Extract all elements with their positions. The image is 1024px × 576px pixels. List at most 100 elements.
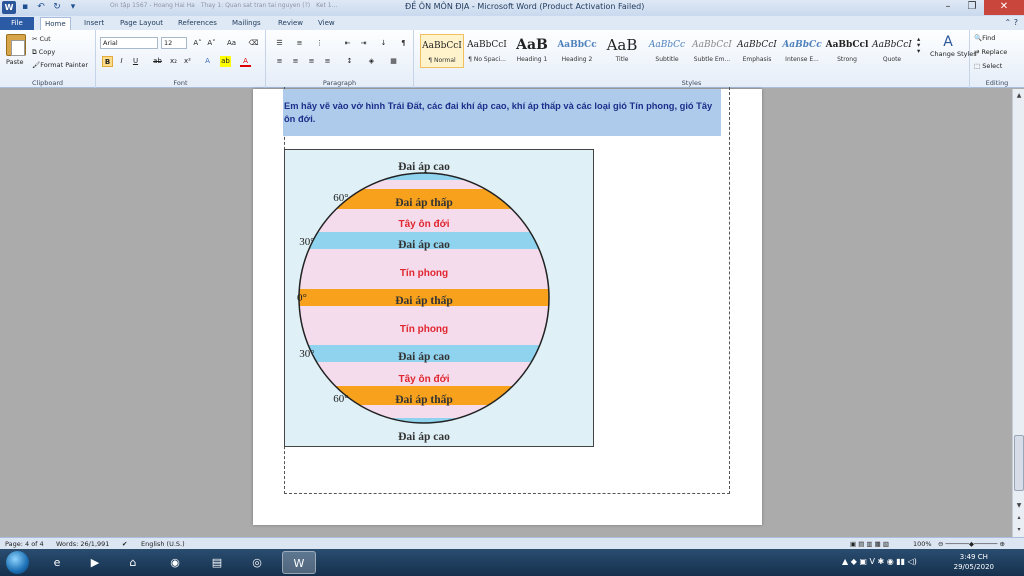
maximize-button[interactable]: ❐ [960,0,984,15]
tab-insert[interactable]: Insert [80,17,108,30]
tab-file[interactable]: File [0,17,34,30]
paste-button[interactable]: Paste [6,58,24,66]
style-no-spacing[interactable]: AaBbCcI ¶ No Spaci... [465,34,509,68]
redo-icon[interactable]: ↻ [50,1,64,14]
style-subtitle[interactable]: AaBbCc Subtitle [645,34,689,68]
scroll-down-arrow-icon[interactable]: ▼ [1014,501,1024,511]
scroll-up-arrow-icon[interactable]: ▲ [1014,91,1024,101]
document-area[interactable]: Em hãy vẽ vào vở hình Trái Đất, các đai … [0,87,1012,537]
word-count[interactable]: Words: 26/1,991 [56,540,109,548]
bullets-icon[interactable]: ☰ [274,38,285,49]
cut-button[interactable]: ✂ Cut [32,35,51,43]
media-player-icon[interactable]: ▶ [78,551,112,574]
bold-button[interactable]: B [102,56,113,67]
tab-review[interactable]: Review [274,17,307,30]
style-heading-1[interactable]: AaB Heading 1 [510,34,554,68]
zoom-level[interactable]: 100% [913,540,932,548]
wind-label: Tín phong [400,268,448,279]
clock[interactable]: 3:49 CH 29/05/2020 [954,552,994,572]
tab-home[interactable]: Home [40,17,71,30]
italic-button[interactable]: I [116,56,127,67]
view-buttons[interactable]: ▣ ▤ ▥ ▦ ▧ [850,540,889,548]
styles-scroll-icon[interactable]: ▴ ▾ ▾ [917,36,920,55]
style-intense-emphasis[interactable]: AaBbCc Intense E... [780,34,824,68]
language-indicator[interactable]: English (U.S.) [141,540,185,548]
borders-icon[interactable]: ▦ [388,56,399,67]
prev-page-icon[interactable]: ▴ [1014,513,1024,523]
page-indicator[interactable]: Page: 4 of 4 [5,540,44,548]
increase-indent-icon[interactable]: ⇥ [358,38,369,49]
style-heading-2[interactable]: AaBbCc Heading 2 [555,34,599,68]
spellcheck-icon[interactable]: ✔ [122,540,127,548]
style-title[interactable]: AaB Title [600,34,644,68]
text-effects-button[interactable]: A [202,56,213,67]
next-page-icon[interactable]: ▾ [1014,525,1024,535]
change-case-button[interactable]: Aa [226,38,237,49]
quick-access-toolbar: W ▪ ↶ ↻ ▾ [2,1,80,14]
superscript-button[interactable]: x² [182,56,193,67]
document-page[interactable]: Em hãy vẽ vào vở hình Trái Đất, các đai … [253,87,762,525]
grow-font-button[interactable]: A˄ [192,38,203,49]
line-spacing-icon[interactable]: ↕ [344,56,355,67]
copy-button[interactable]: ⧉ Copy [32,48,55,57]
shading-icon[interactable]: ◈ [366,56,377,67]
earth-pressure-belts-figure[interactable]: Đai áp cao Đai áp thấp Tây ôn đới Đai áp ca… [284,149,594,447]
select-button[interactable]: ⬚ Select [974,62,1002,70]
show-marks-icon[interactable]: ¶ [398,38,409,49]
format-painter-button[interactable]: 🖌Format Painter [32,61,88,69]
multilevel-list-icon[interactable]: ⋮ [314,38,325,49]
exercise-paragraph[interactable]: Em hãy vẽ vào vở hình Trái Đất, các đai … [284,100,724,126]
style-subtle-emphasis[interactable]: AaBbCcI Subtle Em... [690,34,734,68]
style-quote[interactable]: AaBbCcI Quote [870,34,914,68]
clipboard-group: Paste ✂ Cut ⧉ Copy 🖌Format Painter Clipb… [0,30,96,88]
zoom-slider[interactable]: ⊖ ──────◆────── ⊕ [938,540,1005,548]
tab-references[interactable]: References [174,17,221,30]
undo-icon[interactable]: ↶ [34,1,48,14]
customize-qat-icon[interactable]: ▾ [66,1,80,14]
subscript-button[interactable]: x₂ [168,56,179,67]
editing-label: Editing [985,79,1009,87]
font-size-select[interactable]: 12 [161,37,187,49]
minimize-button[interactable]: – [936,0,960,15]
align-right-icon[interactable]: ≡ [306,56,317,67]
paste-icon[interactable] [6,34,26,56]
font-color-button[interactable]: A [240,56,251,67]
internet-explorer-icon[interactable]: e [40,551,74,574]
ribbon: Paste ✂ Cut ⧉ Copy 🖌Format Painter Clipb… [0,30,1024,88]
justify-icon[interactable]: ≡ [322,56,333,67]
help-icon[interactable]: ⌃ ? [1005,18,1019,27]
style-name: Emphasis [742,56,772,63]
style-strong[interactable]: AaBbCcl Strong [825,34,869,68]
align-left-icon[interactable]: ≡ [274,56,285,67]
highlight-button[interactable]: ab [220,56,231,67]
change-styles-button[interactable]: A Change Styles [930,34,977,58]
vertical-scrollbar[interactable]: ▲ ▼ ▴ ▾ [1012,89,1024,537]
tab-page-layout[interactable]: Page Layout [116,17,167,30]
align-center-icon[interactable]: ≡ [290,56,301,67]
numbering-icon[interactable]: ≡ [294,38,305,49]
start-button[interactable] [6,551,29,574]
save-icon[interactable]: ▪ [18,1,32,14]
decrease-indent-icon[interactable]: ⇤ [342,38,353,49]
network-app-icon[interactable]: ⌂ [116,551,150,574]
scroll-thumb[interactable] [1014,435,1024,491]
style-emphasis[interactable]: AaBbCcI Emphasis [735,34,779,68]
underline-button[interactable]: U [130,56,141,67]
tab-view[interactable]: View [314,17,339,30]
browser-icon[interactable]: ◎ [240,551,274,574]
replace-button[interactable]: ⇄ Replace [974,48,1007,56]
app-icon[interactable]: ◉ [158,551,192,574]
strikethrough-button[interactable]: ab [152,56,163,67]
word-taskbar-icon[interactable]: W [282,551,316,574]
clear-format-icon[interactable]: ⌫ [248,38,259,49]
font-name-select[interactable]: Arial [100,37,158,49]
shrink-font-button[interactable]: A˅ [206,38,217,49]
tray-icons[interactable]: ▲ ◆ ▣ V ✱ ◉ ▮▮ ◁) [842,557,917,566]
style-normal[interactable]: AaBbCcI ¶ Normal [420,34,464,68]
close-button[interactable]: ✕ [984,0,1024,15]
word-logo-icon[interactable]: W [2,1,16,14]
sort-icon[interactable]: ↓ [378,38,389,49]
file-explorer-icon[interactable]: ▤ [200,551,234,574]
find-button[interactable]: 🔍Find [974,34,995,42]
tab-mailings[interactable]: Mailings [228,17,265,30]
